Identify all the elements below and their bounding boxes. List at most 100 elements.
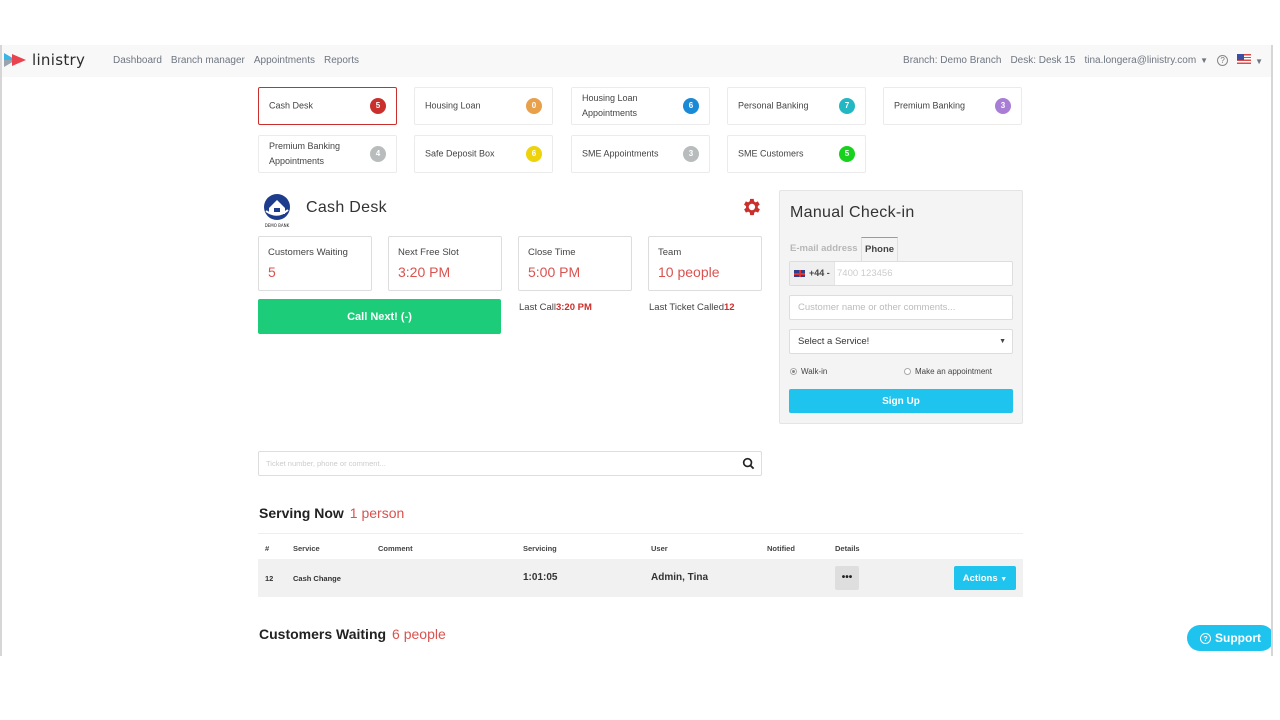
serving-table-header: # Service Comment Servicing User Notifie…: [258, 533, 1023, 559]
linistry-logo-icon: [4, 53, 26, 67]
radio-label: Make an appointment: [915, 367, 992, 376]
ticket-number: 12: [265, 574, 274, 583]
stat-label: Customers Waiting: [268, 247, 348, 258]
service-count-badge: 0: [526, 98, 542, 114]
stat-team: Team 10 people: [648, 236, 762, 291]
country-code-select[interactable]: +44 -: [790, 262, 835, 285]
stat-value: 3:20 PM: [398, 264, 451, 280]
call-next-button[interactable]: Call Next! (-): [258, 299, 501, 334]
demo-bank-logo-icon: DEMO BANK: [264, 194, 290, 228]
column-header: Servicing: [523, 544, 557, 553]
branch-label[interactable]: Branch: Demo Branch: [903, 55, 1001, 66]
us-flag-icon: [1237, 54, 1252, 64]
caret-down-icon: ▼: [1255, 57, 1263, 66]
support-button[interactable]: ? Support: [1187, 625, 1271, 651]
customers-waiting-count: 6 people: [392, 626, 446, 642]
column-header: Details: [835, 544, 860, 553]
last-ticket-label: Last Ticket Called: [649, 302, 724, 313]
gear-icon[interactable]: [740, 196, 762, 218]
country-code: +44 -: [809, 268, 830, 278]
table-row: 12 Cash Change 1:01:05 Admin, Tina ••• A…: [258, 559, 1023, 597]
sign-up-button[interactable]: Sign Up: [789, 389, 1013, 413]
logo[interactable]: linistry: [4, 51, 85, 69]
help-circle-icon: ?: [1200, 632, 1211, 644]
main-nav: Dashboard Branch manager Appointments Re…: [113, 55, 359, 66]
column-header: User: [651, 544, 668, 553]
last-call-label: Last Call: [519, 302, 556, 313]
stat-value: 5:00 PM: [528, 264, 581, 280]
user-name: Admin, Tina: [651, 572, 709, 583]
service-card-sme-customers[interactable]: SME Customers 5: [727, 135, 866, 173]
user-menu[interactable]: tina.longera@linistry.com ▼: [1084, 55, 1208, 66]
phone-field[interactable]: +44 - 7400 123456: [789, 261, 1013, 286]
nav-reports[interactable]: Reports: [324, 55, 359, 66]
logo-text: linistry: [32, 51, 86, 69]
service-card-housing-loan-appointments[interactable]: Housing Loan Appointments 6: [571, 87, 710, 125]
stat-value: 5: [268, 264, 276, 280]
service-card-safe-deposit-box[interactable]: Safe Deposit Box 6: [414, 135, 553, 173]
nav-right: Branch: Demo Branch Desk: Desk 15 tina.l…: [903, 54, 1263, 67]
tab-email[interactable]: E-mail address: [790, 243, 858, 254]
radio-button-icon: [790, 368, 797, 375]
language-menu[interactable]: ▼: [1237, 54, 1263, 67]
logo-caption: DEMO BANK: [265, 223, 290, 228]
phone-placeholder: 7400 123456: [837, 268, 893, 279]
column-header: Service: [293, 544, 320, 553]
last-ticket-value: 12: [723, 302, 735, 313]
service-card-personal-banking[interactable]: Personal Banking 7: [727, 87, 866, 125]
service-select-value: Select a Service!: [798, 336, 870, 347]
service-label: Safe Deposit Box: [425, 148, 495, 159]
top-navbar: linistry Dashboard Branch manager Appoin…: [2, 45, 1271, 77]
stat-label: Close Time: [528, 247, 576, 258]
radio-walk-in[interactable]: Walk-in: [790, 367, 827, 376]
stat-value: 10 people: [658, 264, 720, 280]
service-count-badge: 3: [995, 98, 1011, 114]
serving-now-count: 1 person: [349, 505, 405, 521]
radio-label: Walk-in: [801, 367, 828, 376]
service-card-housing-loan[interactable]: Housing Loan 0: [414, 87, 553, 125]
column-header: Comment: [378, 544, 413, 553]
service-card-premium-banking[interactable]: Premium Banking 3: [883, 87, 1022, 125]
actions-dropdown-button[interactable]: Actions ▼: [954, 566, 1016, 590]
nav-dashboard[interactable]: Dashboard: [113, 55, 162, 66]
service-label: Premium Banking: [894, 100, 966, 111]
service-card-cash-desk[interactable]: Cash Desk 5: [258, 87, 397, 125]
tab-phone[interactable]: Phone: [861, 237, 899, 261]
service-label: SME Customers: [738, 148, 804, 159]
ticket-search-input[interactable]: Ticket number, phone or comment...: [258, 451, 762, 476]
stat-next-free-slot: Next Free Slot 3:20 PM: [388, 236, 502, 291]
service-select[interactable]: Select a Service! ▼: [789, 329, 1013, 354]
customers-waiting-title: Customers Waiting: [259, 626, 387, 642]
radio-button-icon: [904, 368, 911, 375]
nav-branch-manager[interactable]: Branch manager: [171, 55, 245, 66]
last-call-value: 3:20 PM: [555, 302, 592, 313]
uk-flag-icon: [794, 270, 805, 278]
column-header: Notified: [767, 544, 795, 553]
actions-label: Actions: [962, 572, 998, 584]
service-name: Cash Change: [293, 574, 341, 583]
user-email: tina.longera@linistry.com: [1084, 55, 1197, 66]
serving-now-title: Serving Now: [259, 505, 344, 521]
caret-down-icon: ▼: [1200, 56, 1209, 65]
details-button[interactable]: •••: [835, 566, 859, 590]
comment-field[interactable]: Customer name or other comments...: [789, 295, 1013, 320]
service-card-sme-appointments[interactable]: SME Appointments 3: [571, 135, 710, 173]
radio-make-appointment[interactable]: Make an appointment: [904, 367, 992, 376]
desk-label[interactable]: Desk: Desk 15: [1010, 55, 1075, 66]
service-count-badge: 4: [370, 146, 386, 162]
search-placeholder: Ticket number, phone or comment...: [266, 459, 386, 468]
last-call: Last Call3:20 PM: [519, 302, 592, 313]
service-label: SME Appointments: [582, 148, 659, 159]
search-icon[interactable]: [742, 457, 755, 470]
help-icon[interactable]: ?: [1217, 55, 1229, 66]
customers-waiting-heading: Customers Waiting 6 people: [259, 626, 446, 642]
last-ticket: Last Ticket Called12: [649, 302, 735, 313]
service-card-premium-banking-appointments[interactable]: Premium Banking Appointments 4: [258, 135, 397, 173]
nav-appointments[interactable]: Appointments: [254, 55, 315, 66]
manual-checkin-panel: Manual Check-in E-mail address Phone +44…: [779, 190, 1023, 424]
serving-now-heading: Serving Now 1 person: [259, 505, 404, 521]
queue-title: Cash Desk: [306, 199, 387, 216]
service-label: Personal Banking: [738, 100, 809, 111]
support-label: Support: [1215, 631, 1261, 645]
service-count-badge: 5: [839, 146, 855, 162]
